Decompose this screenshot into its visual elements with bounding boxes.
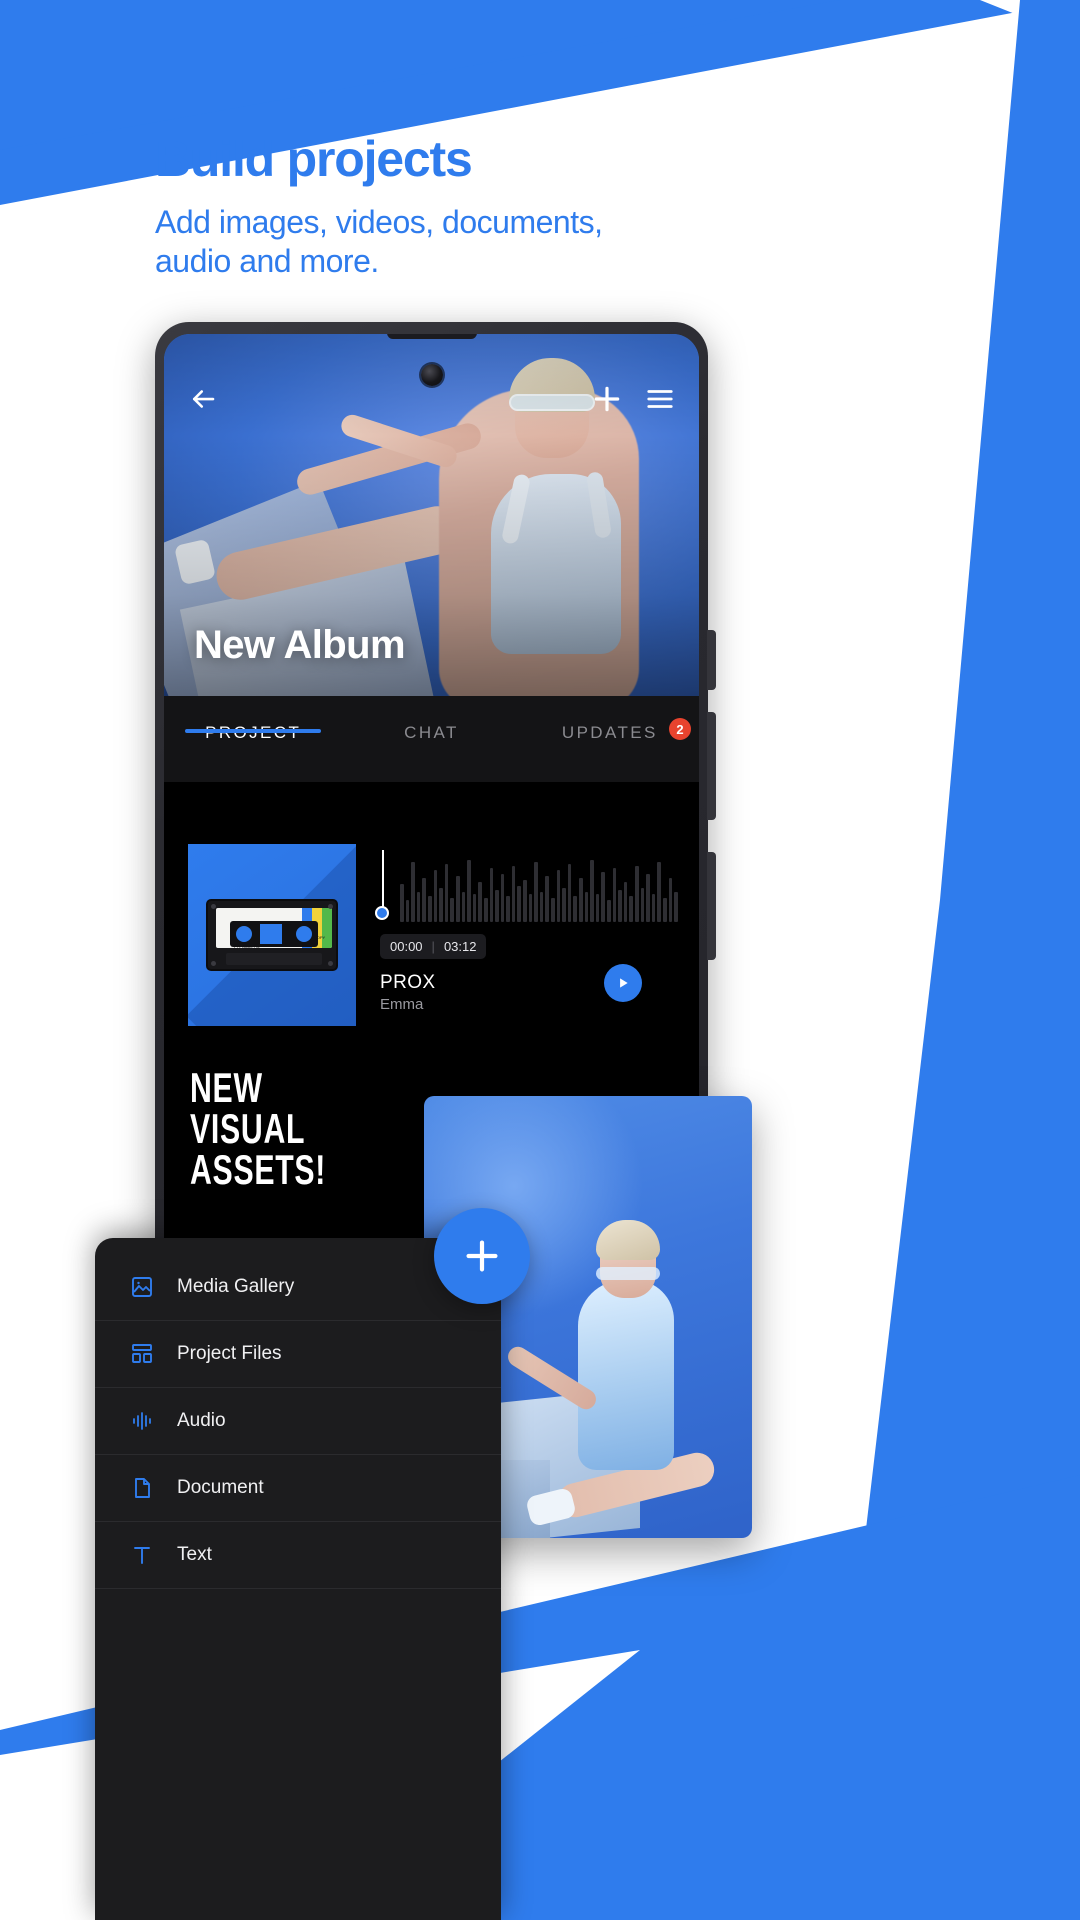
menu-item-project-files[interactable]: Project Files	[95, 1321, 501, 1388]
hamburger-menu-icon[interactable]	[645, 384, 675, 414]
menu-item-label: Document	[177, 1477, 264, 1498]
audio-waveform-area[interactable]: 00:00 | 03:12 PROX Emma	[375, 844, 678, 1026]
promo-line-2: VISUAL	[190, 1105, 306, 1153]
menu-item-audio[interactable]: Audio	[95, 1388, 501, 1455]
album-hero-image: New Album	[164, 334, 699, 696]
promo-banner-text: NEW VISUAL ASSETS!	[190, 1064, 379, 1194]
current-time: 00:00	[390, 939, 423, 954]
promo-copy: Build projects Add images, videos, docum…	[155, 133, 875, 281]
subtitle-line-1: Add images, videos, documents,	[155, 203, 603, 240]
subtitle-line-2: audio and more.	[155, 242, 379, 279]
add-media-fab[interactable]	[434, 1208, 530, 1304]
menu-item-label: Project Files	[177, 1343, 282, 1364]
tab-project[interactable]: PROJECT	[164, 696, 342, 743]
tab-updates[interactable]: UPDATES 2	[521, 696, 699, 743]
tab-chat-label: CHAT	[404, 723, 459, 742]
waveform[interactable]	[400, 850, 678, 922]
text-icon	[129, 1542, 155, 1568]
menu-item-label: Audio	[177, 1410, 226, 1431]
tab-chat[interactable]: CHAT	[342, 696, 520, 743]
album-title: New Album	[194, 623, 406, 667]
grid-files-icon	[129, 1341, 155, 1367]
playhead-line	[382, 850, 384, 912]
phone-volume-down-button	[707, 852, 716, 960]
track-artist: Emma	[380, 996, 424, 1013]
audio-waveform-icon	[129, 1408, 155, 1434]
page-title: Build projects	[155, 131, 473, 187]
phone-volume-up-button	[707, 712, 716, 820]
plus-icon[interactable]	[591, 383, 623, 415]
phone-side-button	[707, 630, 716, 690]
playhead-handle[interactable]	[375, 906, 389, 920]
tab-active-indicator	[185, 729, 321, 733]
play-icon[interactable]	[604, 964, 642, 1002]
menu-item-label: Text	[177, 1544, 212, 1565]
document-icon	[129, 1475, 155, 1501]
menu-item-label: Media Gallery	[177, 1276, 295, 1297]
arrow-left-icon[interactable]	[188, 384, 218, 414]
audio-track-card[interactable]: FOR YOUR INSPIRATION / DEMO COPY FYI: Au…	[188, 844, 678, 1026]
add-content-menu: Media Gallery Project Files Audio Docume…	[95, 1238, 501, 1920]
tab-bar: PROJECT CHAT UPDATES 2	[164, 696, 699, 782]
time-display: 00:00 | 03:12	[380, 934, 487, 959]
promo-line-3: ASSETS!	[190, 1146, 327, 1194]
promo-line-1: NEW	[190, 1064, 263, 1111]
track-title: PROX	[380, 972, 436, 993]
menu-item-document[interactable]: Document	[95, 1455, 501, 1522]
image-icon	[129, 1274, 155, 1300]
total-time: 03:12	[443, 939, 477, 954]
time-separator: |	[431, 939, 435, 954]
menu-item-text[interactable]: Text	[95, 1522, 501, 1589]
cassette-footer: FYI: Audio File	[234, 944, 261, 949]
cassette-artwork: FOR YOUR INSPIRATION / DEMO COPY FYI: Au…	[188, 844, 356, 1026]
tab-updates-label: UPDATES	[561, 723, 658, 742]
status-badge: 2	[668, 718, 691, 740]
front-camera	[420, 364, 443, 386]
earpiece-speaker	[386, 334, 477, 339]
page-subtitle: Add images, videos, documents, audio and…	[155, 203, 875, 281]
plus-icon	[466, 1240, 498, 1272]
